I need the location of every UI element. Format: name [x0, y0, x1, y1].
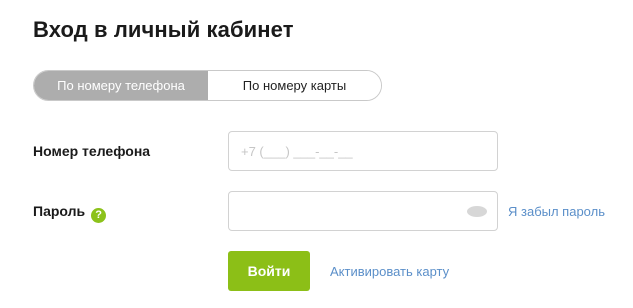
page-title: Вход в личный кабинет: [33, 17, 294, 42]
password-field-wrapper: [228, 191, 498, 231]
phone-input[interactable]: [229, 132, 497, 170]
login-button[interactable]: Войти: [228, 251, 310, 291]
eye-icon[interactable]: [467, 206, 487, 217]
password-label-row: Пароль?: [33, 203, 107, 223]
tab-card[interactable]: По номеру карты: [208, 71, 381, 100]
phone-field-wrapper: [228, 131, 498, 171]
login-method-tabs: По номеру телефона По номеру карты: [33, 70, 382, 101]
question-icon[interactable]: ?: [91, 207, 107, 223]
forgot-password-link[interactable]: Я забыл пароль: [508, 204, 605, 219]
password-label: Пароль: [33, 203, 86, 219]
tab-phone[interactable]: По номеру телефона: [34, 71, 208, 100]
password-input[interactable]: [229, 192, 497, 230]
activate-card-link[interactable]: Активировать карту: [330, 264, 449, 279]
phone-label: Номер телефона: [33, 143, 151, 159]
